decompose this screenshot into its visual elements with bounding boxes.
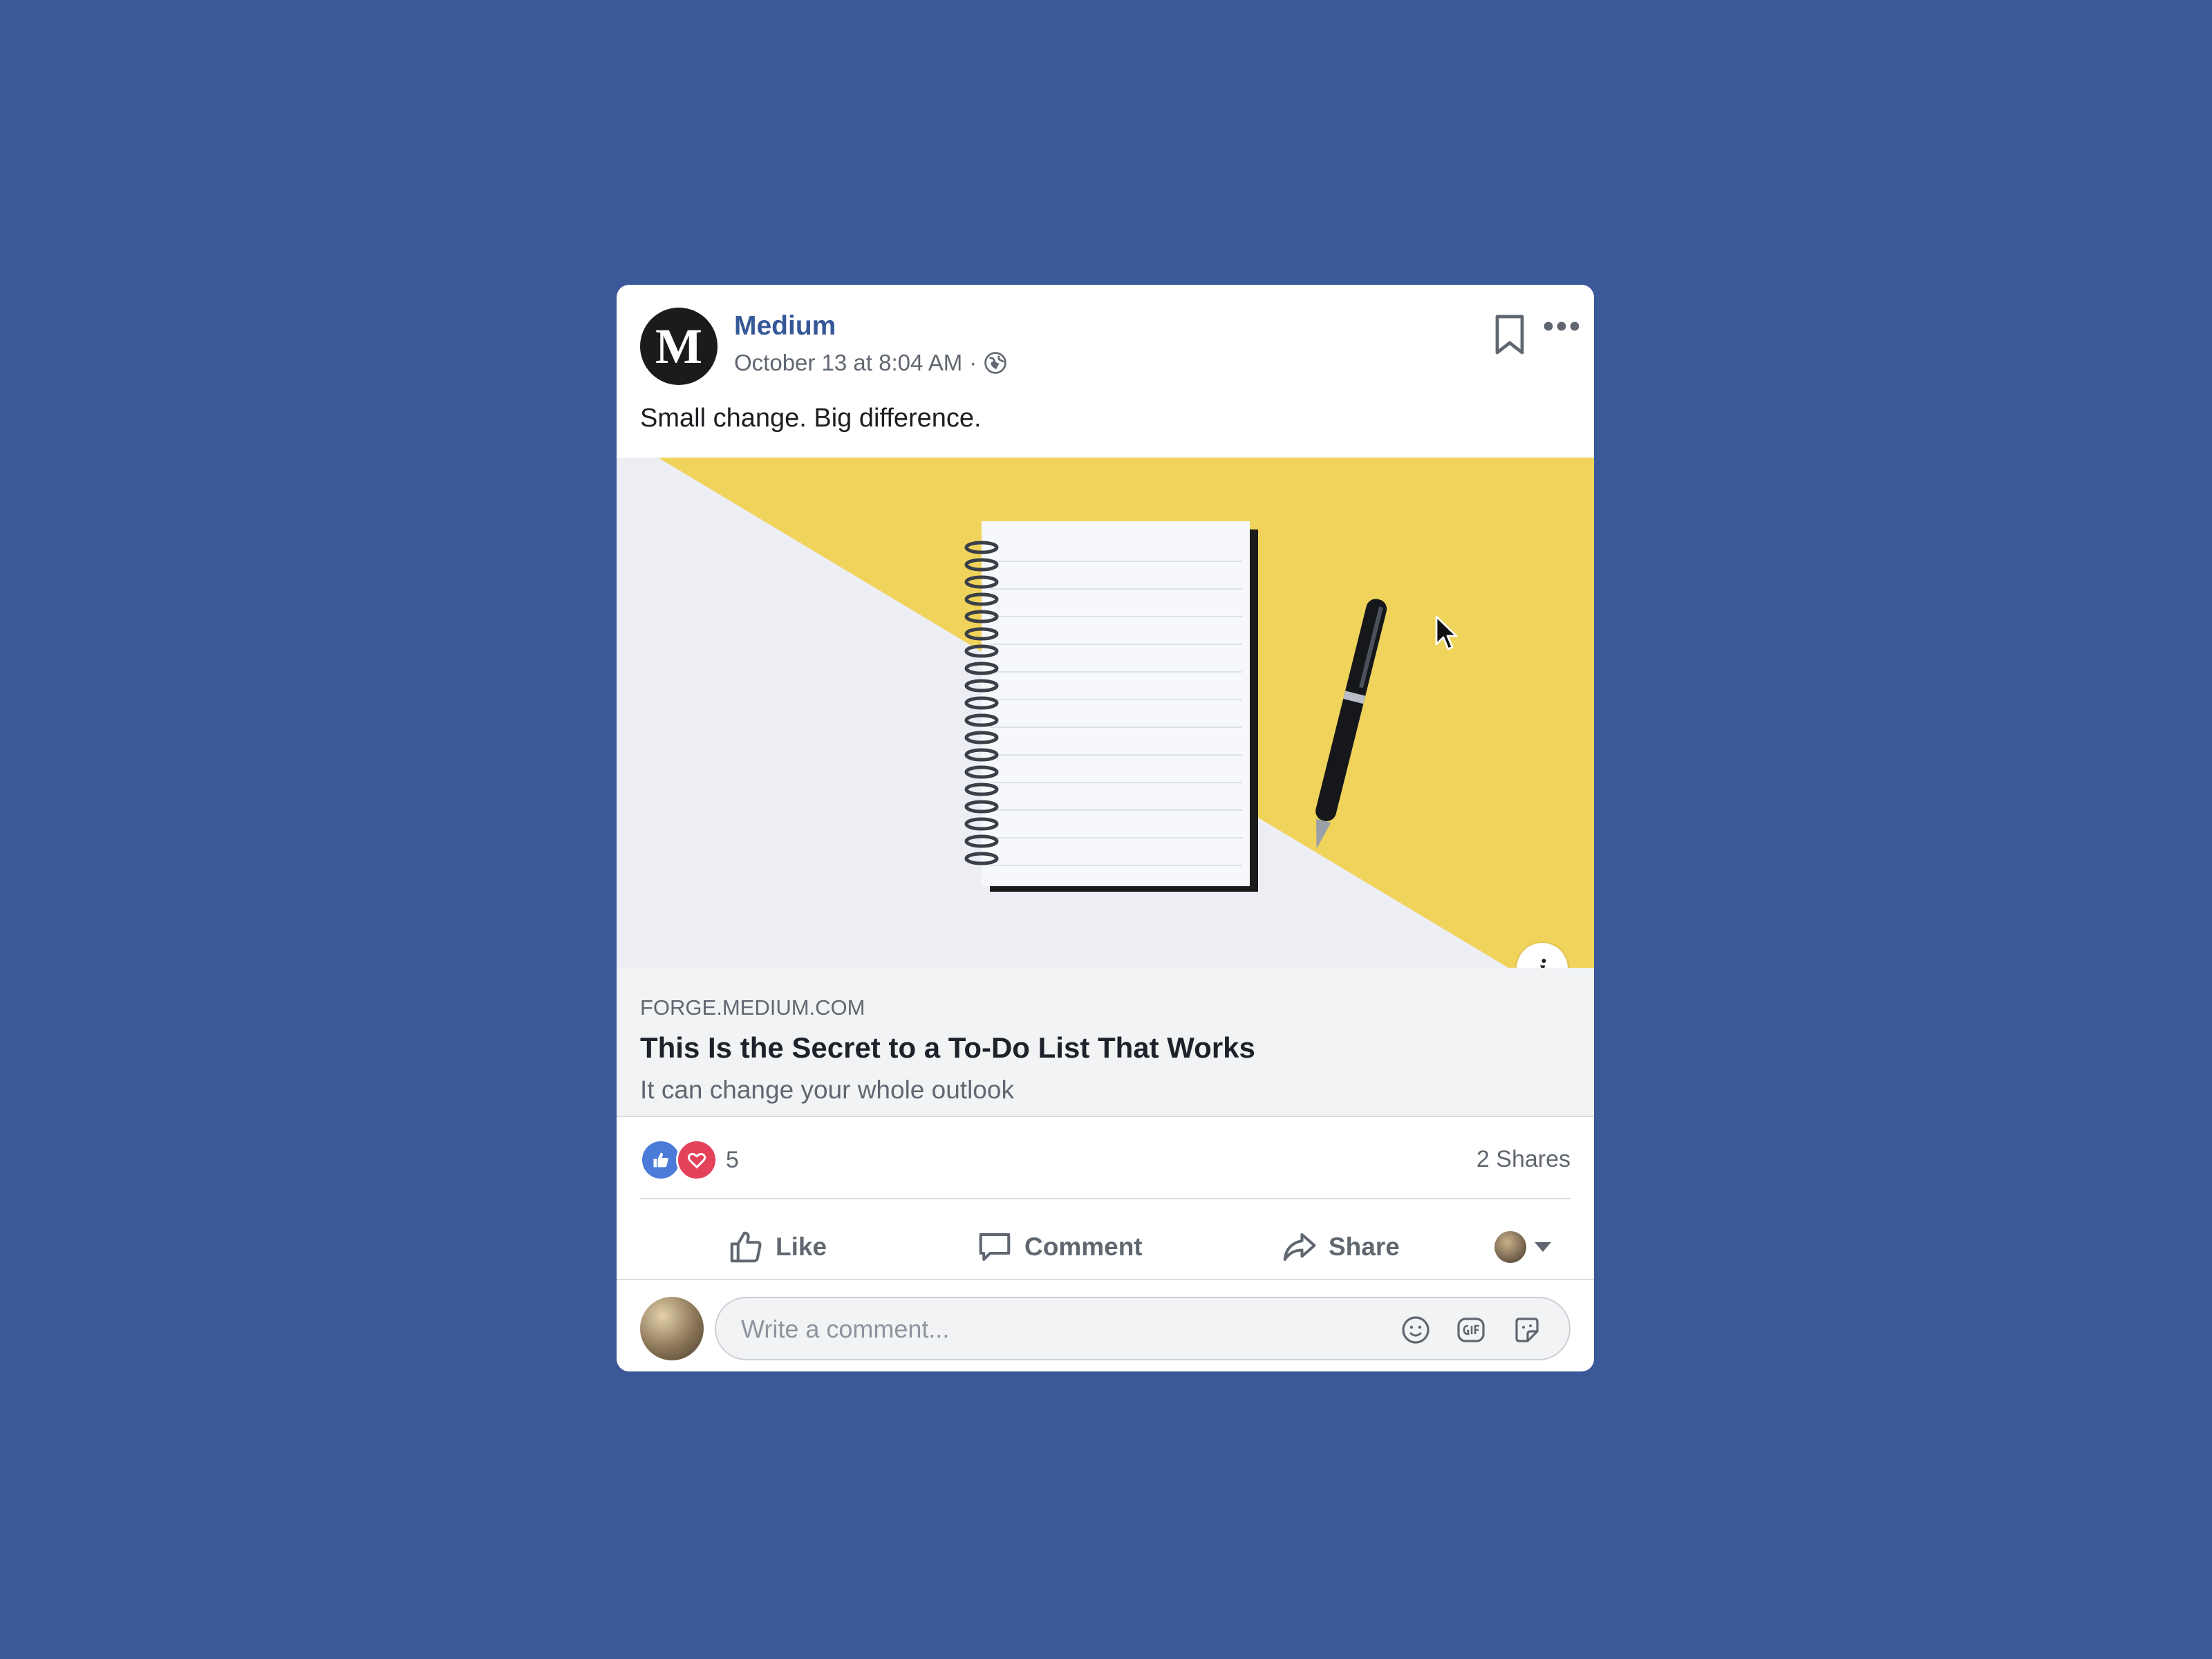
- more-icon[interactable]: [1543, 321, 1580, 332]
- link-domain: FORGE.MEDIUM.COM: [640, 995, 865, 1020]
- share-icon: [1283, 1232, 1316, 1262]
- divider: [640, 1198, 1571, 1199]
- love-reaction-icon: [676, 1139, 718, 1181]
- like-button[interactable]: Like: [727, 1218, 827, 1276]
- post-timestamp[interactable]: October 13 at 8:04 AM: [734, 350, 962, 376]
- bookmark-icon[interactable]: [1494, 314, 1525, 355]
- share-button[interactable]: Share: [1280, 1218, 1400, 1276]
- comment-icon: [979, 1232, 1011, 1262]
- thumbs-up-icon: [730, 1231, 762, 1263]
- comment-input[interactable]: [740, 1298, 1365, 1360]
- avatar: [1494, 1231, 1526, 1263]
- page-name-link[interactable]: Medium: [734, 311, 836, 341]
- audience-selector[interactable]: [1494, 1218, 1551, 1276]
- comment-button[interactable]: Comment: [976, 1218, 1143, 1276]
- reactions-summary[interactable]: 5: [640, 1139, 739, 1181]
- link-title[interactable]: This Is the Secret to a To-Do List That …: [640, 1031, 1255, 1065]
- page-avatar[interactable]: M: [640, 308, 718, 385]
- post-card: M Medium October 13 at 8:04 AM · Small c…: [617, 285, 1594, 1371]
- comment-label: Comment: [1024, 1232, 1143, 1261]
- commenter-avatar[interactable]: [640, 1297, 704, 1360]
- sticker-icon[interactable]: [1511, 1315, 1541, 1345]
- comment-box[interactable]: [715, 1297, 1571, 1360]
- globe-icon[interactable]: [984, 351, 1007, 375]
- caret-down-icon: [1535, 1242, 1551, 1252]
- shares-count[interactable]: 2 Shares: [1477, 1146, 1571, 1173]
- post-meta: October 13 at 8:04 AM ·: [734, 350, 1007, 376]
- reaction-count: 5: [726, 1146, 739, 1173]
- like-reaction-icon: [640, 1139, 682, 1181]
- meta-separator: ·: [969, 350, 977, 375]
- link-preview-image[interactable]: [617, 458, 1594, 968]
- divider: [617, 1279, 1594, 1280]
- mouse-cursor-icon: [1435, 615, 1458, 650]
- like-label: Like: [776, 1232, 827, 1261]
- link-description: It can change your whole outlook: [640, 1076, 1014, 1104]
- emoji-icon[interactable]: [1400, 1315, 1431, 1345]
- link-preview[interactable]: FORGE.MEDIUM.COM This Is the Secret to a…: [617, 968, 1594, 1117]
- avatar-letter: M: [655, 318, 702, 374]
- share-label: Share: [1329, 1232, 1400, 1261]
- gif-icon[interactable]: [1456, 1315, 1486, 1345]
- post-text: Small change. Big difference.: [640, 404, 982, 433]
